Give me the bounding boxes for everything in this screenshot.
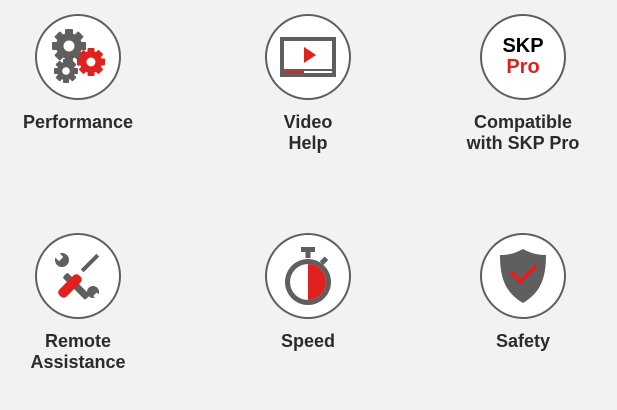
stopwatch-icon: [285, 247, 331, 305]
feature-performance: Performance: [0, 14, 168, 133]
video-player-icon: [280, 37, 336, 77]
performance-circle: [35, 14, 121, 100]
skp-pro-text: SKP Pro: [502, 36, 543, 78]
skp-badge-line1: SKP: [502, 35, 544, 57]
video-help-circle: [265, 14, 351, 100]
skp-pro-badge: SKP Pro: [480, 14, 566, 100]
feature-video-help: Video Help: [218, 14, 398, 154]
feature-label-speed: Speed: [280, 331, 336, 351]
feature-label-remote-assistance: Remote Assistance: [30, 331, 126, 372]
feature-speed: Speed: [218, 233, 398, 352]
feature-label-video-help: Video Help: [283, 112, 333, 153]
shield-check-icon: [500, 249, 546, 303]
speed-circle: [265, 233, 351, 319]
features-grid: Performance Video Help SKP Pro Compatibl…: [0, 0, 617, 410]
skp-badge-line2: Pro: [506, 56, 540, 78]
feature-compatible-skp-pro: SKP Pro Compatible with SKP Pro: [433, 14, 613, 154]
feature-label-safety: Safety: [495, 331, 551, 351]
remote-assistance-circle: [35, 233, 121, 319]
gears-icon: [52, 29, 105, 83]
safety-circle: [480, 233, 566, 319]
feature-label-performance: Performance: [22, 112, 134, 132]
tools-icon: [54, 252, 101, 300]
feature-remote-assistance: Remote Assistance: [0, 233, 168, 373]
feature-safety: Safety: [433, 233, 613, 352]
feature-label-compatible: Compatible with SKP Pro: [466, 112, 580, 153]
